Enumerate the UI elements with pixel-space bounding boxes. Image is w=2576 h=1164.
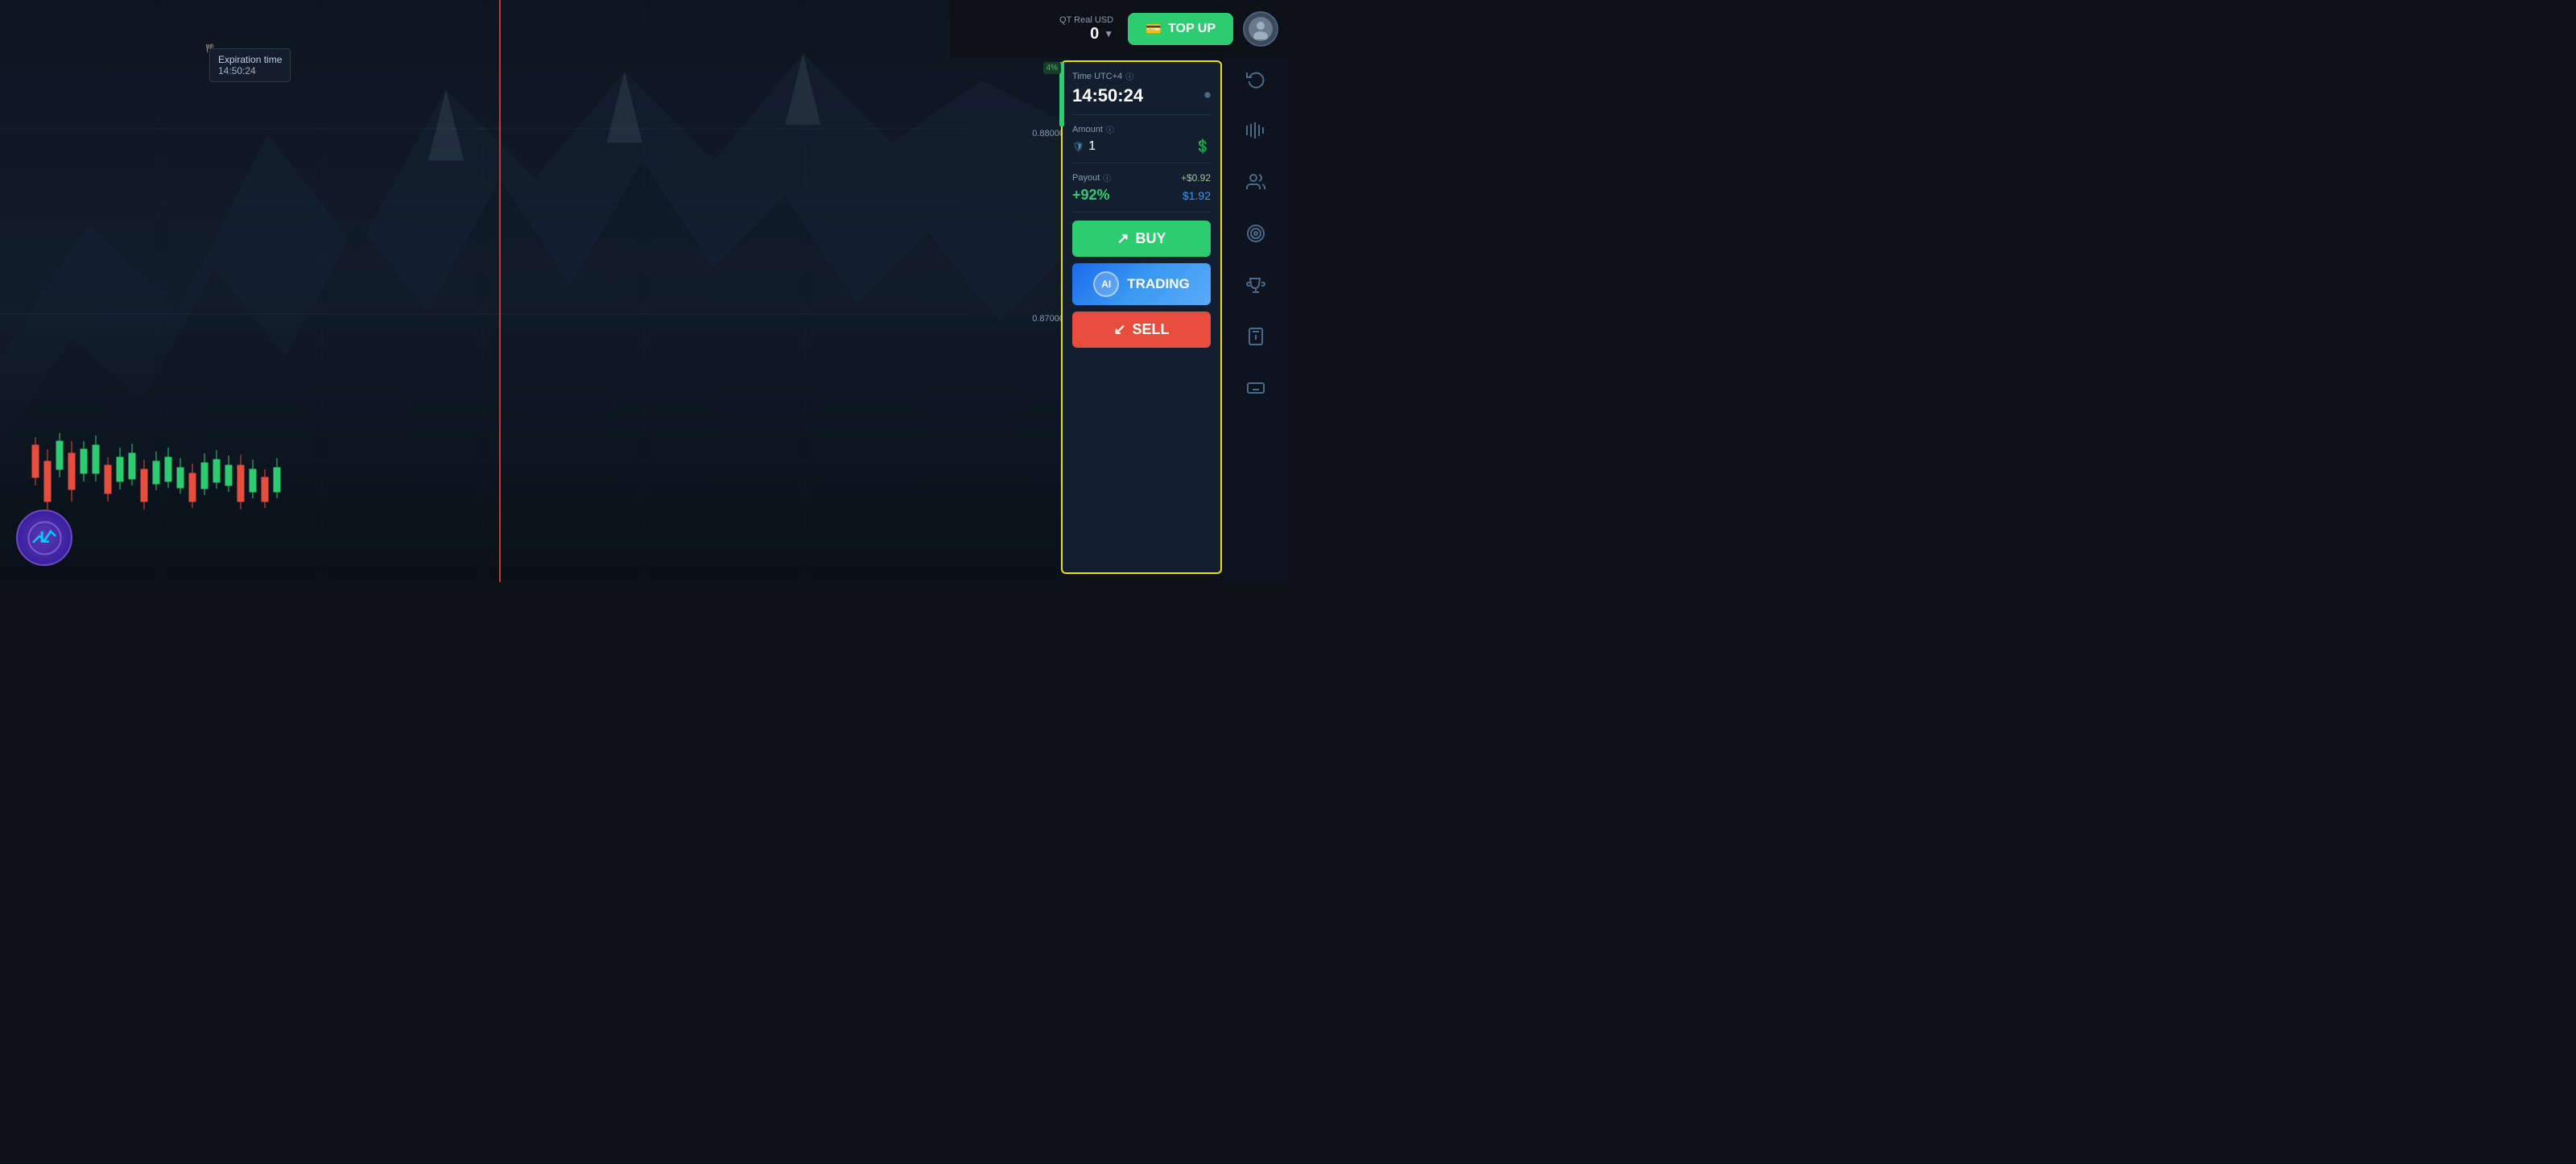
amount-label-row: Amount ⓘ	[1072, 123, 1211, 135]
payout-label-row: Payout ⓘ +$0.92	[1072, 171, 1211, 184]
amount-help-icon[interactable]: ⓘ	[1106, 123, 1114, 135]
expiration-label: Expiration time	[218, 54, 282, 65]
ai-trading-button[interactable]: AI TRADING	[1072, 263, 1211, 305]
time-label: Time UTC+4	[1072, 72, 1122, 81]
payout-right-label: +$0.92	[1181, 172, 1211, 184]
time-value: 14:50:24	[1072, 85, 1143, 106]
time-label-row: Time UTC+4 ⓘ	[1072, 70, 1211, 82]
signal-icon[interactable]	[1241, 116, 1270, 145]
shield-icon: 🛡	[1072, 141, 1084, 152]
amount-value-display: 🛡 1	[1072, 139, 1096, 154]
topup-icon: 💳	[1146, 21, 1162, 37]
time-display: 14:50:24 ⏺	[1072, 85, 1211, 106]
app-logo[interactable]: L	[16, 510, 72, 566]
time-record-button[interactable]: ⏺	[1204, 89, 1211, 103]
percent-badge: 4%	[1043, 62, 1061, 74]
payout-percent: +92%	[1072, 187, 1110, 204]
ai-circle-text: AI	[1101, 279, 1111, 290]
candlestick-chart	[24, 397, 507, 558]
divider-1	[1072, 114, 1211, 115]
amount-row: 🛡 1 💲	[1072, 138, 1211, 155]
price-low-label: 0.87000	[1032, 314, 1064, 324]
payout-help-icon[interactable]: ⓘ	[1103, 171, 1111, 184]
right-sidebar	[1224, 0, 1288, 582]
divider-3	[1072, 212, 1211, 213]
account-info: QT Real USD 0 ▼	[1059, 15, 1113, 43]
ai-circle: AI	[1093, 271, 1119, 297]
users-icon[interactable]	[1241, 167, 1270, 196]
history-icon[interactable]	[1241, 64, 1270, 93]
timer-icon[interactable]	[1241, 322, 1270, 351]
payout-section: Payout ⓘ +$0.92 +92% $1.92	[1072, 171, 1211, 204]
amount-section: Amount ⓘ 🛡 1 💲	[1072, 123, 1211, 155]
target-icon[interactable]	[1241, 219, 1270, 248]
account-type-label: QT Real USD	[1059, 15, 1113, 25]
trading-panel: Time UTC+4 ⓘ 14:50:24 ⏺ Amount ⓘ 🛡 1 💲 P…	[1061, 60, 1222, 574]
dollar-icon[interactable]: 💲	[1195, 138, 1211, 155]
amount-value: 1	[1088, 139, 1096, 154]
topup-label: TOP UP	[1168, 22, 1216, 36]
payout-label: Payout	[1072, 173, 1100, 183]
buy-label: BUY	[1136, 230, 1166, 247]
ai-trading-label: TRADING	[1127, 276, 1189, 292]
chart-area: 🏴 Expiration time 14:50:24 0.88000 0.870…	[0, 0, 1071, 582]
expiration-time: 14:50:24	[218, 65, 282, 76]
balance-dropdown-arrow[interactable]: ▼	[1104, 28, 1113, 39]
keyboard-icon[interactable]	[1241, 374, 1270, 402]
payout-values-row: +92% $1.92	[1072, 187, 1211, 204]
time-help-icon[interactable]: ⓘ	[1125, 70, 1133, 82]
avatar[interactable]	[1243, 11, 1278, 47]
payout-amount: $1.92	[1183, 189, 1211, 202]
sell-button[interactable]: ↙ SELL	[1072, 312, 1211, 348]
price-high-label: 0.88000	[1032, 129, 1064, 138]
topup-button[interactable]: 💳 TOP UP	[1128, 13, 1233, 45]
amount-label: Amount	[1072, 125, 1103, 134]
avatar-inner	[1249, 17, 1273, 41]
sell-label: SELL	[1133, 321, 1170, 338]
expiration-tooltip: Expiration time 14:50:24	[209, 48, 291, 82]
header: QT Real USD 0 ▼ 💳 TOP UP	[950, 0, 1288, 58]
trophy-icon[interactable]	[1241, 270, 1270, 299]
sell-arrow-icon: ↙	[1113, 321, 1125, 338]
buy-button[interactable]: ↗ BUY	[1072, 221, 1211, 257]
time-section: Time UTC+4 ⓘ 14:50:24 ⏺	[1072, 70, 1211, 106]
account-balance: 0	[1090, 25, 1099, 43]
buy-arrow-icon: ↗	[1117, 230, 1129, 247]
